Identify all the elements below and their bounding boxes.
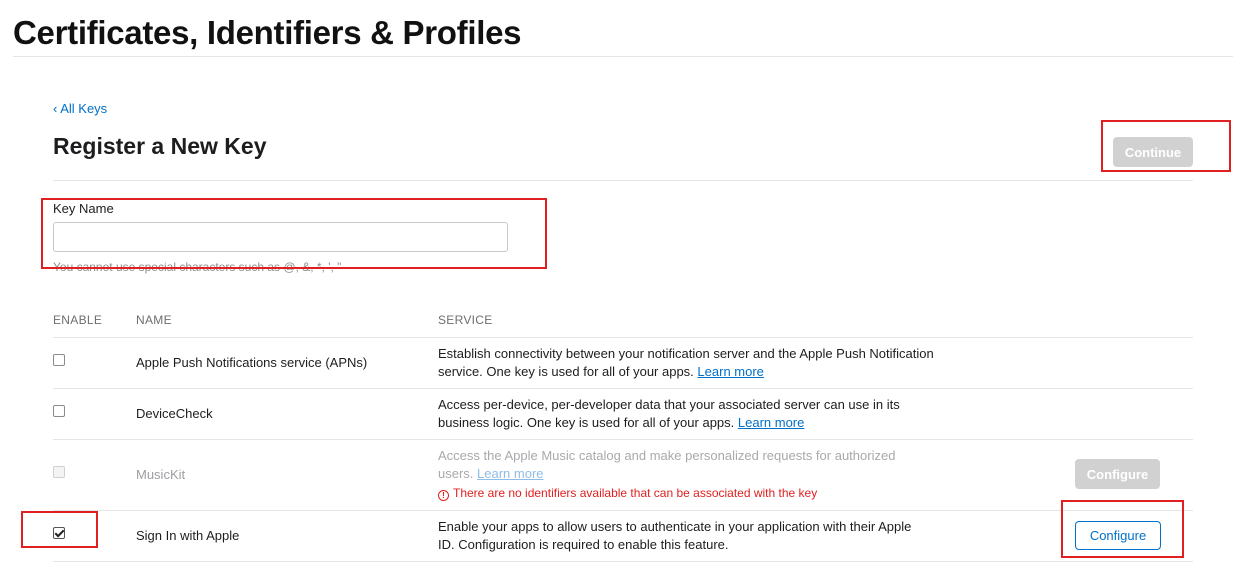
title-divider <box>13 56 1233 57</box>
learn-more-link[interactable]: Learn more <box>738 415 804 430</box>
column-header-enable: ENABLE <box>53 313 103 327</box>
key-name-hint: You cannot use special characters such a… <box>53 260 342 274</box>
row-divider <box>53 510 1193 511</box>
page-title: Certificates, Identifiers & Profiles <box>13 14 522 51</box>
enable-apns-checkbox[interactable] <box>53 354 65 366</box>
service-description: Access per-device, per-developer data th… <box>438 397 900 430</box>
row-divider <box>53 337 1193 338</box>
enable-sign-in-with-apple-checkbox[interactable] <box>53 527 65 539</box>
service-name: Sign In with Apple <box>136 528 240 543</box>
configure-musickit-button: Configure <box>1075 459 1160 489</box>
row-divider <box>53 561 1193 562</box>
exclamation-icon: ! <box>438 490 449 501</box>
enable-devicecheck-checkbox[interactable] <box>53 405 65 417</box>
back-to-all-keys-link[interactable]: ‹ All Keys <box>53 101 107 116</box>
register-key-heading: Register a New Key <box>53 133 267 159</box>
key-name-input[interactable] <box>53 222 508 252</box>
column-header-name: NAME <box>136 313 172 327</box>
service-description: Access the Apple Music catalog and make … <box>438 448 896 481</box>
key-name-label: Key Name <box>53 201 114 216</box>
learn-more-link[interactable]: Learn more <box>477 466 543 481</box>
service-name: MusicKit <box>136 467 186 482</box>
section-divider <box>53 180 1193 181</box>
row-divider <box>53 388 1193 389</box>
service-description: Establish connectivity between your noti… <box>438 346 934 379</box>
service-name: Apple Push Notifications service (APNs) <box>136 355 368 370</box>
row-divider <box>53 439 1193 440</box>
service-name: DeviceCheck <box>136 406 213 421</box>
learn-more-link[interactable]: Learn more <box>697 364 763 379</box>
enable-musickit-checkbox <box>53 466 65 478</box>
continue-button[interactable]: Continue <box>1113 137 1193 167</box>
service-description: Enable your apps to allow users to authe… <box>438 519 912 552</box>
column-header-service: SERVICE <box>438 313 493 327</box>
no-identifiers-warning: ! There are no identifiers available that… <box>438 486 817 501</box>
configure-sign-in-with-apple-button[interactable]: Configure <box>1075 521 1161 550</box>
